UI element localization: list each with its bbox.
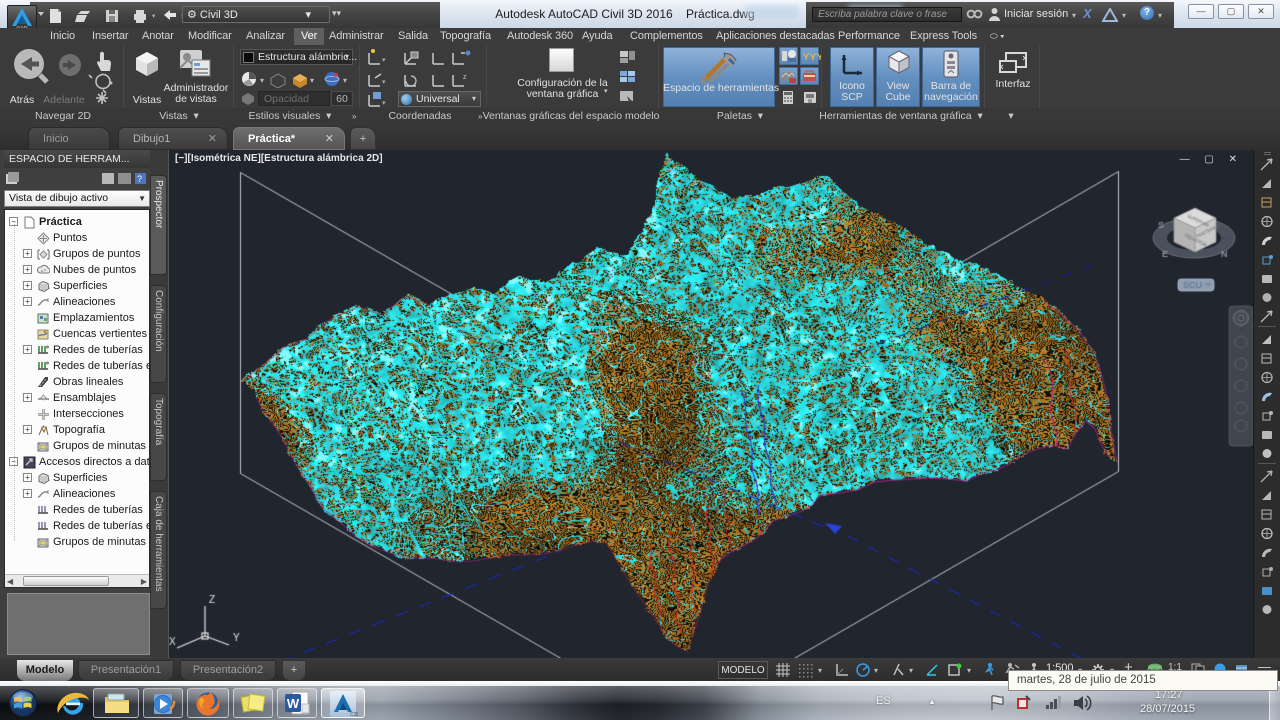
- svg-text:W: W: [287, 696, 300, 711]
- svg-text:▾: ▾: [382, 100, 386, 107]
- svg-text:C3D: C3D: [350, 712, 358, 718]
- svg-text:▾: ▾: [310, 76, 314, 85]
- svg-text:ϒϒϒ: ϒϒϒ: [803, 52, 821, 62]
- svg-text:▾: ▾: [260, 76, 264, 85]
- svg-text:▾: ▾: [382, 57, 386, 64]
- svg-text:?: ?: [137, 174, 142, 184]
- svg-text:z: z: [463, 74, 467, 81]
- svg-text:▾: ▾: [343, 76, 347, 85]
- svg-text:▾: ▾: [382, 79, 386, 86]
